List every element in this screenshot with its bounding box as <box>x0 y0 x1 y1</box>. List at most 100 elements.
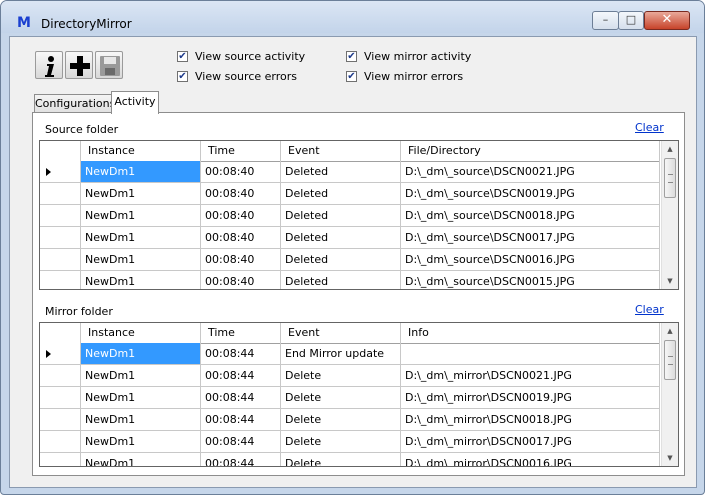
checkbox-box[interactable]: ✔ <box>346 71 357 82</box>
minimize-button[interactable]: – <box>592 11 619 30</box>
row-header[interactable] <box>40 249 81 271</box>
source-clear-link[interactable]: Clear <box>635 121 664 134</box>
scroll-thumb[interactable] <box>664 158 676 198</box>
cell-instance[interactable]: NewDm1 <box>81 249 201 271</box>
cell-info[interactable]: D:\_dm\_mirror\DSCN0017.JPG <box>401 431 660 453</box>
row-header[interactable] <box>40 431 81 453</box>
cell-time[interactable]: 00:08:44 <box>201 387 281 409</box>
cell-time[interactable]: 00:08:40 <box>201 183 281 205</box>
cell-event[interactable]: Deleted <box>281 249 401 271</box>
cell-file-directory[interactable]: D:\_dm\_source\DSCN0018.JPG <box>401 205 660 227</box>
mirror-clear-link[interactable]: Clear <box>635 303 664 316</box>
cell-instance[interactable]: NewDm1 <box>81 205 201 227</box>
table-row[interactable]: NewDm1 00:08:44 Delete D:\_dm\_mirror\DSCN0… <box>40 453 660 466</box>
scroll-up-arrow-icon[interactable]: ▲ <box>662 141 678 157</box>
cell-event[interactable]: Deleted <box>281 205 401 227</box>
cell-event[interactable]: Delete <box>281 431 401 453</box>
cell-time[interactable]: 00:08:40 <box>201 205 281 227</box>
cell-time[interactable]: 00:08:44 <box>201 453 281 466</box>
cell-instance[interactable]: NewDm1 <box>81 271 201 289</box>
source-activity-grid[interactable]: Instance Time Event File/Directory NewDm… <box>39 140 679 290</box>
close-button[interactable]: ✕ <box>644 11 690 30</box>
cell-time[interactable]: 00:08:40 <box>201 227 281 249</box>
column-header-info[interactable]: Info <box>401 323 660 343</box>
cell-event[interactable]: Delete <box>281 409 401 431</box>
cell-info[interactable]: D:\_dm\_mirror\DSCN0016.JPG <box>401 453 660 466</box>
table-row[interactable]: NewDm1 00:08:44 End Mirror update <box>40 343 660 365</box>
view-source-errors-checkbox[interactable]: ✔ View source errors <box>177 70 337 84</box>
cell-time[interactable]: 00:08:40 <box>201 249 281 271</box>
cell-file-directory[interactable]: D:\_dm\_source\DSCN0021.JPG <box>401 161 660 183</box>
info-button[interactable] <box>35 51 63 79</box>
row-header[interactable] <box>40 343 81 365</box>
row-header[interactable] <box>40 227 81 249</box>
table-row[interactable]: NewDm1 00:08:40 Deleted D:\_dm\_source\DSCN… <box>40 227 660 249</box>
tab-configurations[interactable]: Configurations <box>34 94 115 113</box>
cell-event[interactable]: Deleted <box>281 227 401 249</box>
cell-file-directory[interactable]: D:\_dm\_source\DSCN0015.JPG <box>401 271 660 289</box>
row-header[interactable] <box>40 271 81 289</box>
row-header[interactable] <box>40 387 81 409</box>
column-header-instance[interactable]: Instance <box>81 141 201 161</box>
cell-instance[interactable]: NewDm1 <box>81 161 201 183</box>
cell-time[interactable]: 00:08:40 <box>201 161 281 183</box>
checkbox-box[interactable]: ✔ <box>177 71 188 82</box>
cell-time[interactable]: 00:08:40 <box>201 271 281 289</box>
cell-info[interactable]: D:\_dm\_mirror\DSCN0019.JPG <box>401 387 660 409</box>
cell-time[interactable]: 00:08:44 <box>201 409 281 431</box>
cell-time[interactable]: 00:08:44 <box>201 365 281 387</box>
table-row[interactable]: NewDm1 00:08:44 Delete D:\_dm\_mirror\DSCN0… <box>40 431 660 453</box>
cell-event[interactable]: Delete <box>281 365 401 387</box>
view-mirror-activity-checkbox[interactable]: ✔ View mirror activity <box>346 50 506 64</box>
table-row[interactable]: NewDm1 00:08:40 Deleted D:\_dm\_source\DSCN… <box>40 183 660 205</box>
table-row[interactable]: NewDm1 00:08:40 Deleted D:\_dm\_source\DSCN… <box>40 249 660 271</box>
table-row[interactable]: NewDm1 00:08:40 Deleted D:\_dm\_source\DSCN… <box>40 205 660 227</box>
table-row[interactable]: NewDm1 00:08:44 Delete D:\_dm\_mirror\DSCN0… <box>40 387 660 409</box>
cell-event[interactable]: Deleted <box>281 161 401 183</box>
row-header[interactable] <box>40 161 81 183</box>
cell-event[interactable]: Delete <box>281 387 401 409</box>
column-header-time[interactable]: Time <box>201 141 281 161</box>
cell-instance[interactable]: NewDm1 <box>81 183 201 205</box>
column-header-instance[interactable]: Instance <box>81 323 201 343</box>
cell-instance[interactable]: NewDm1 <box>81 343 201 365</box>
table-row[interactable]: NewDm1 00:08:40 Deleted D:\_dm\_source\DSCN… <box>40 161 660 183</box>
table-row[interactable]: NewDm1 00:08:44 Delete D:\_dm\_mirror\DSCN0… <box>40 409 660 431</box>
mirror-vertical-scrollbar[interactable]: ▲ ▼ <box>661 323 678 466</box>
row-header[interactable] <box>40 183 81 205</box>
column-header-file-directory[interactable]: File/Directory <box>401 141 660 161</box>
row-header[interactable] <box>40 409 81 431</box>
view-mirror-errors-checkbox[interactable]: ✔ View mirror errors <box>346 70 506 84</box>
column-header-time[interactable]: Time <box>201 323 281 343</box>
title-bar[interactable]: M DirectoryMirror – □ ✕ <box>1 1 704 33</box>
cell-instance[interactable]: NewDm1 <box>81 409 201 431</box>
cell-info[interactable] <box>401 343 660 365</box>
cell-instance[interactable]: NewDm1 <box>81 387 201 409</box>
cell-info[interactable]: D:\_dm\_mirror\DSCN0018.JPG <box>401 409 660 431</box>
checkbox-box[interactable]: ✔ <box>177 51 188 62</box>
tab-activity[interactable]: Activity <box>111 91 159 114</box>
checkbox-box[interactable]: ✔ <box>346 51 357 62</box>
cell-time[interactable]: 00:08:44 <box>201 431 281 453</box>
cell-event[interactable]: End Mirror update <box>281 343 401 365</box>
cell-instance[interactable]: NewDm1 <box>81 431 201 453</box>
add-button[interactable] <box>65 51 93 79</box>
scroll-down-arrow-icon[interactable]: ▼ <box>662 450 678 466</box>
row-header[interactable] <box>40 205 81 227</box>
scroll-up-arrow-icon[interactable]: ▲ <box>662 323 678 339</box>
cell-instance[interactable]: NewDm1 <box>81 453 201 466</box>
cell-instance[interactable]: NewDm1 <box>81 365 201 387</box>
row-header[interactable] <box>40 365 81 387</box>
table-row[interactable]: NewDm1 00:08:40 Deleted D:\_dm\_source\DSCN… <box>40 271 660 289</box>
maximize-button[interactable]: □ <box>618 11 644 30</box>
row-header[interactable] <box>40 453 81 466</box>
scroll-down-arrow-icon[interactable]: ▼ <box>662 273 678 289</box>
column-header-event[interactable]: Event <box>281 141 401 161</box>
cell-file-directory[interactable]: D:\_dm\_source\DSCN0019.JPG <box>401 183 660 205</box>
cell-event[interactable]: Delete <box>281 453 401 466</box>
cell-info[interactable]: D:\_dm\_mirror\DSCN0021.JPG <box>401 365 660 387</box>
cell-file-directory[interactable]: D:\_dm\_source\DSCN0016.JPG <box>401 249 660 271</box>
save-button[interactable] <box>95 51 123 79</box>
cell-instance[interactable]: NewDm1 <box>81 227 201 249</box>
mirror-activity-grid[interactable]: Instance Time Event Info NewDm1 00:08:44 E… <box>39 322 679 467</box>
